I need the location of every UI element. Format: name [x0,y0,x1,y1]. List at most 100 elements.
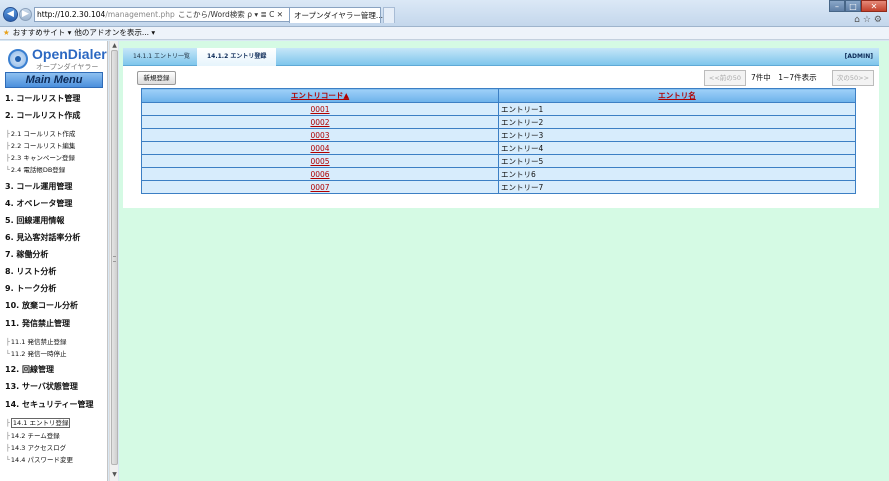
next-page-button[interactable]: 次の50>> [832,70,874,86]
fav-addons-link[interactable]: 他のアドオンを表示... ▾ [74,28,155,37]
tree-branch: ├ [6,432,10,440]
scroll-down-icon[interactable]: ▼ [111,471,118,478]
user-badge: [ADMIN] [844,53,873,60]
address-tools[interactable]: ここから/Word検索 ρ ▾ ≣ C ✕ [178,7,288,22]
logo-subtitle: オープンダイヤラー [36,63,99,71]
new-entry-button[interactable]: 新規登録 [137,71,176,85]
sidebar-item-security[interactable]: 14. セキュリティー管理 [5,399,93,410]
sidebar-item-call-list[interactable]: 1. コールリスト管理 [5,93,80,104]
tab-bar: 14.1.1 エントリ一覧 14.1.2 エントリ登録 [ADMIN] [123,48,879,66]
entry-name: エントリー4 [498,141,856,155]
tree-branch: ├ [6,419,10,427]
prev-page-button[interactable]: <<前の50 [704,70,746,86]
subitem-label: 2.2 コールリスト編集 [10,142,76,150]
entry-code-link[interactable]: 0004 [141,141,499,155]
entry-code-link[interactable]: 0006 [141,167,499,181]
entry-name: エントリー5 [498,154,856,168]
entry-code-link[interactable]: 0002 [141,115,499,129]
sidebar-item-call-list-create[interactable]: 2. コールリスト作成 [5,110,80,121]
content-area: 14.1.1 エントリ一覧 14.1.2 エントリ登録 [ADMIN] 新規登録… [119,41,889,481]
sidebar-item-list-analysis[interactable]: 8. リスト分析 [5,266,56,277]
main-menu-header: Main Menu [5,72,103,88]
sidebar-subitem[interactable]: └11.2 発信一時停止 [6,348,66,358]
browser-icons: ⌂☆⚙ [854,15,885,25]
sidebar-subitem[interactable]: ├11.1 発信禁止登録 [6,336,66,346]
tree-branch: ├ [6,154,10,162]
column-header-entry-name[interactable]: エントリ名 [498,88,856,103]
url-host: http://10.2.30.104 [37,10,106,19]
gear-icon[interactable]: ⚙ [874,15,885,25]
sidebar-item-lines[interactable]: 12. 回線管理 [5,364,54,375]
maximize-icon[interactable]: □ [845,0,861,12]
tab-entry-register[interactable]: 14.1.2 エントリ登録 [197,48,277,66]
new-tab-button[interactable] [383,7,395,23]
sidebar-item-prospect-analysis[interactable]: 6. 見込客対話率分析 [5,232,80,243]
sidebar-item-call-block[interactable]: 11. 発信禁止管理 [5,318,70,329]
scroll-up-icon[interactable]: ▲ [111,42,118,49]
entry-code-link[interactable]: 0007 [141,180,499,194]
entry-name: エントリー1 [498,102,856,116]
sidebar-item-utilization[interactable]: 7. 稼働分析 [5,249,48,260]
entry-name: エントリー3 [498,128,856,142]
sidebar-item-abandoned-calls[interactable]: 10. 放棄コール分析 [5,300,78,311]
fav-sites-link[interactable]: おすすめサイト ▾ [13,28,72,37]
sidebar-item-talk-analysis[interactable]: 9. トーク分析 [5,283,56,294]
table-row: 0005 エントリー5 [141,154,856,168]
browser-titlebar: ◀ ▶ http://10.2.30.104/management.php ここ… [0,0,889,27]
logo-name: OpenDialer [32,46,107,62]
favorites-bar: ★ おすすめサイト ▾ 他のアドオンを表示... ▾ [0,27,889,40]
table-row: 0003 エントリー3 [141,128,856,142]
table-row: 0006 エントリ6 [141,167,856,181]
sidebar-item-line-info[interactable]: 5. 回線運用情報 [5,215,64,226]
subitem-label: 11.2 発信一時停止 [10,350,67,358]
close-icon[interactable]: ✕ [861,0,887,12]
sidebar-subitem[interactable]: ├2.1 コールリスト作成 [6,128,75,138]
tree-branch: ├ [6,130,10,138]
favorites-star-icon[interactable]: ★ [3,28,10,37]
sidebar-subitem[interactable]: ├2.2 コールリスト編集 [6,140,75,150]
window-controls: – □ ✕ [829,0,887,12]
tree-branch: └ [6,166,10,174]
sidebar-item-server-status[interactable]: 13. サーバ状態管理 [5,381,78,392]
star-icon[interactable]: ☆ [863,15,874,25]
sidebar-subitem[interactable]: ├14.3 アクセスログ [6,442,66,452]
sidebar-subitem[interactable]: └2.4 電話帳DB登録 [6,164,65,174]
subitem-label: 14.4 パスワード変更 [10,456,73,464]
sidebar-subitem[interactable]: └14.4 パスワード変更 [6,454,73,464]
subitem-label: 2.1 コールリスト作成 [10,130,76,138]
back-arrow-icon[interactable]: ◀ [3,7,18,22]
sidebar-scrollbar[interactable]: ▲ ▼ [109,41,118,481]
scroll-thumb[interactable] [111,50,118,465]
column-header-entry-code[interactable]: エントリコード▲ [141,88,499,103]
entry-table: エントリコード▲ エントリ名 0001 エントリー1 0002 エントリー2 000… [141,88,856,194]
table-row: 0007 エントリー7 [141,180,856,194]
entry-code-link[interactable]: 0001 [141,102,499,116]
tree-branch: └ [6,350,10,358]
table-header-row: エントリコード▲ エントリ名 [141,88,856,103]
entry-name: エントリ6 [498,167,856,181]
sidebar-subitem-current[interactable]: ├ 14.1 エントリ登録 [6,417,71,428]
tab-title: オープンダイヤラー管理... [294,11,383,20]
entry-code-link[interactable]: 0005 [141,154,499,168]
minimize-icon[interactable]: – [829,0,845,12]
home-icon[interactable]: ⌂ [854,15,863,25]
subitem-label: 2.3 キャンペーン登録 [10,154,76,162]
sidebar-item-call-ops[interactable]: 3. コール運用管理 [5,181,72,192]
logo-icon [8,49,28,69]
sidebar-subitem[interactable]: ├2.3 キャンペーン登録 [6,152,75,162]
tab-entry-list[interactable]: 14.1.1 エントリ一覧 [123,48,200,66]
logo: OpenDialer オープンダイヤラー [6,45,107,73]
tree-branch: ├ [6,444,10,452]
table-row: 0004 エントリー4 [141,141,856,155]
url-path: /management.php [105,10,175,19]
forward-arrow-icon[interactable]: ▶ [19,8,32,21]
sidebar-item-operators[interactable]: 4. オペレータ管理 [5,198,72,209]
pager-info: 7件中 1~7件表示 [751,73,817,82]
tree-branch: └ [6,456,10,464]
tree-branch: ├ [6,338,10,346]
entry-code-link[interactable]: 0003 [141,128,499,142]
browser-tab[interactable]: オープンダイヤラー管理... [289,7,383,23]
sidebar-subitem[interactable]: ├14.2 チーム登録 [6,430,60,440]
table-row: 0002 エントリー2 [141,115,856,129]
subitem-label: 14.3 アクセスログ [10,444,67,452]
